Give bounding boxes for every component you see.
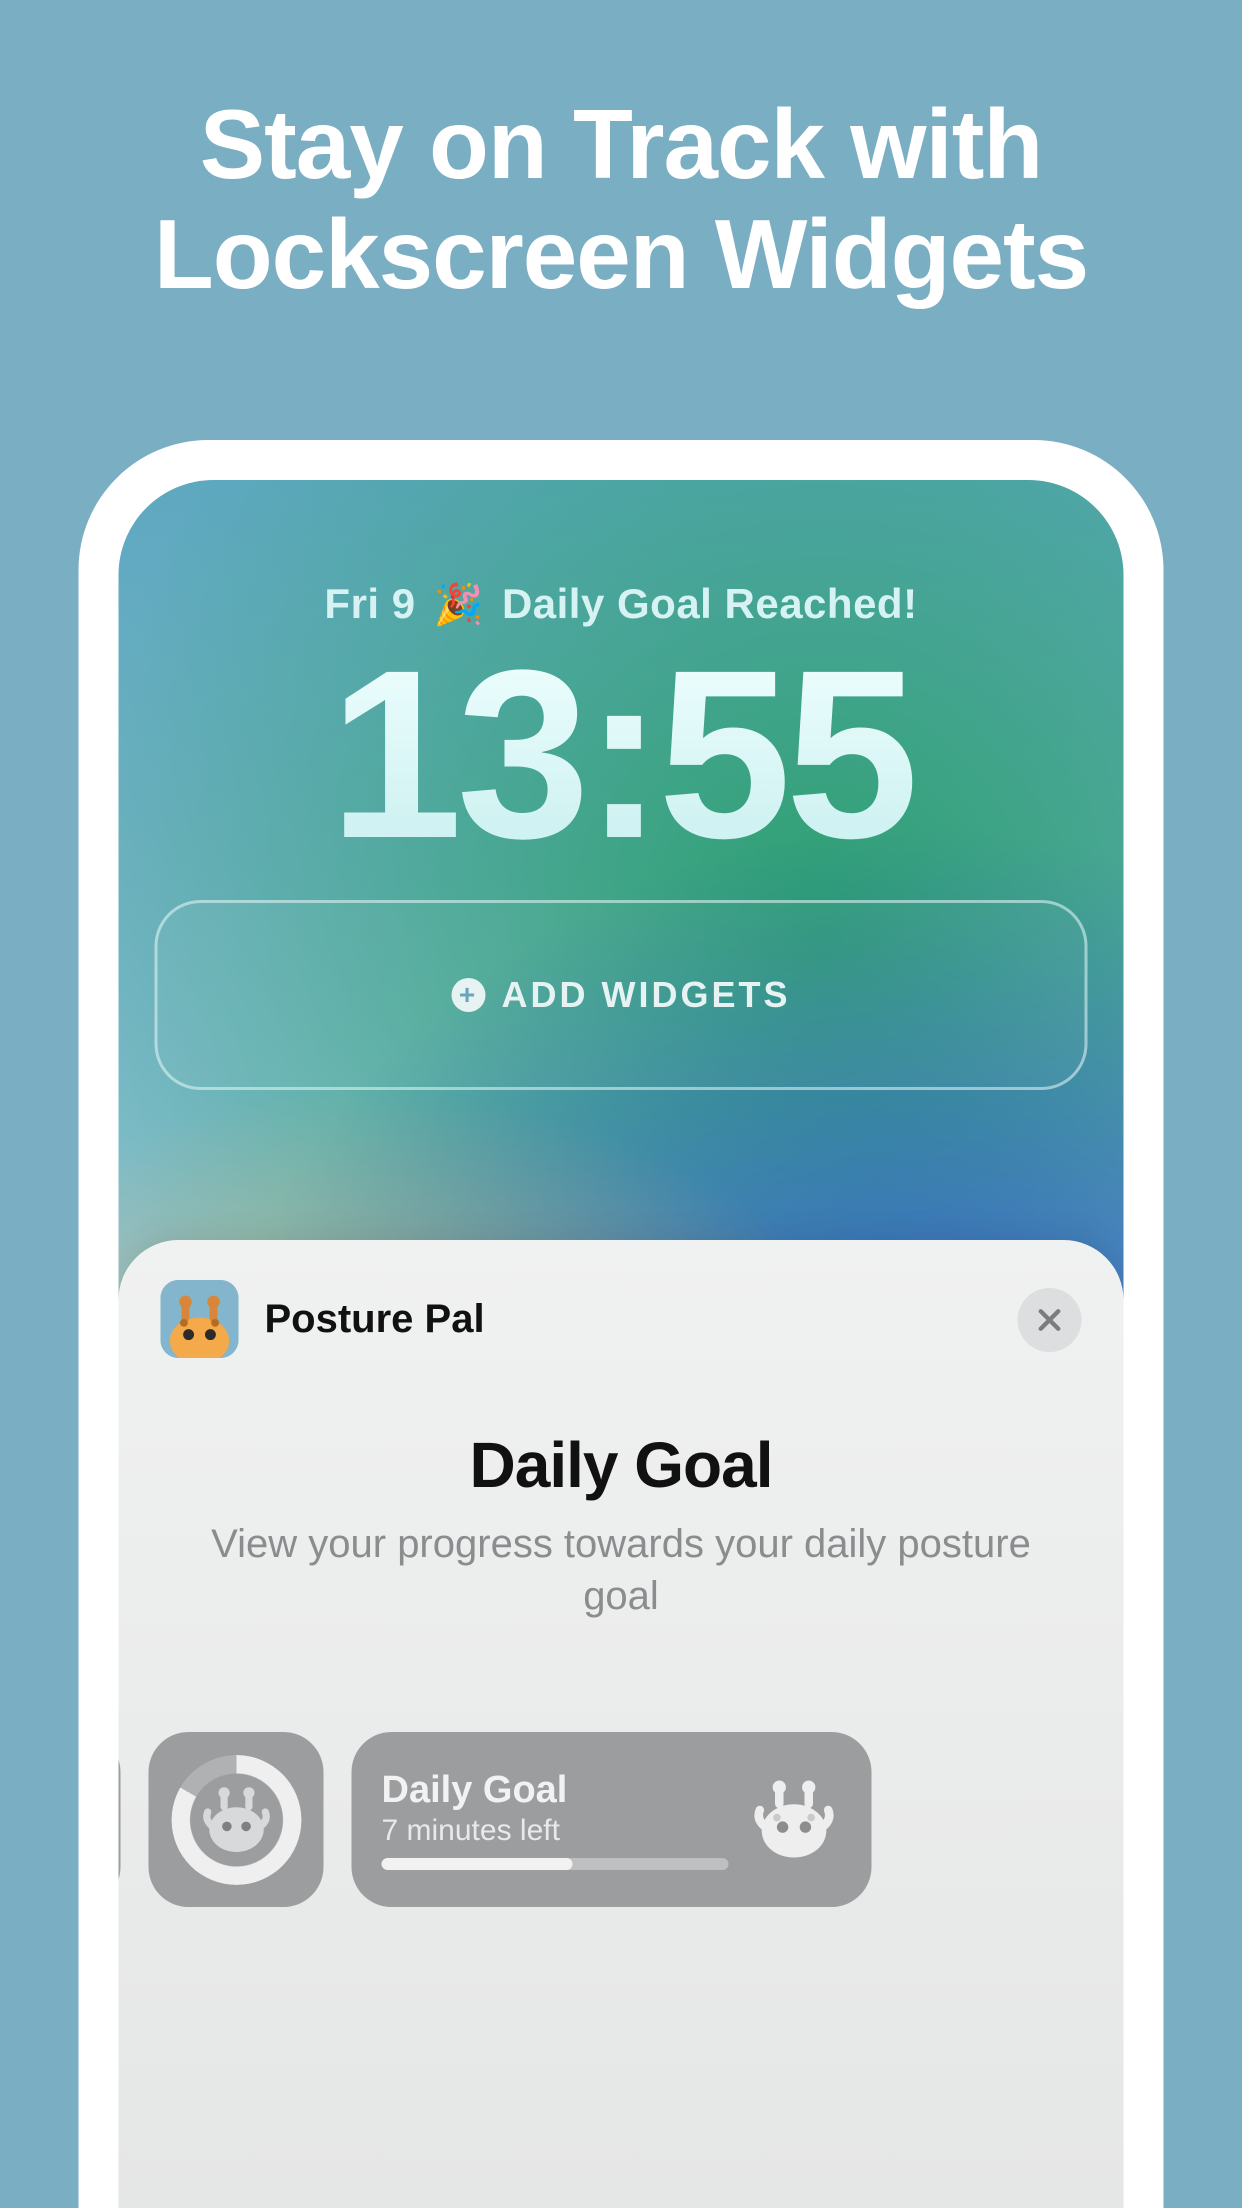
close-button[interactable] xyxy=(1018,1288,1082,1352)
widget-option-peek[interactable] xyxy=(119,1732,121,1907)
sheet-header: Posture Pal xyxy=(119,1280,1124,1358)
widget-progress-bar xyxy=(382,1858,729,1870)
phone-frame: Fri 9 🎉 Daily Goal Reached! 13:55 + ADD … xyxy=(79,440,1164,2208)
widget-options-row: Daily Goal 7 minutes left xyxy=(119,1732,1124,1907)
lockscreen-time: 13:55 xyxy=(119,634,1124,874)
widget-wide-title: Daily Goal xyxy=(382,1769,729,1812)
widget-title: Daily Goal xyxy=(179,1428,1064,1502)
widget-option-small[interactable] xyxy=(149,1732,324,1907)
widget-progress-fill xyxy=(382,1858,573,1870)
widget-description: View your progress towards your daily po… xyxy=(179,1518,1064,1622)
close-icon xyxy=(1035,1305,1065,1335)
add-widgets-label: ADD WIDGETS xyxy=(502,974,791,1016)
widget-wide-subtitle: 7 minutes left xyxy=(382,1814,729,1848)
sheet-body: Daily Goal View your progress towards yo… xyxy=(119,1358,1124,1622)
widget-picker-sheet: Posture Pal Daily Goal View your progres… xyxy=(119,1240,1124,2208)
add-widgets-button[interactable]: + ADD WIDGETS xyxy=(155,900,1088,1090)
giraffe-icon xyxy=(747,1772,842,1867)
app-name: Posture Pal xyxy=(265,1297,485,1342)
widget-option-wide[interactable]: Daily Goal 7 minutes left xyxy=(352,1732,872,1907)
page-title: Stay on Track with Lockscreen Widgets xyxy=(0,0,1242,310)
lockscreen: Fri 9 🎉 Daily Goal Reached! 13:55 + ADD … xyxy=(119,480,1124,2208)
lockscreen-top: Fri 9 🎉 Daily Goal Reached! 13:55 xyxy=(119,480,1124,874)
app-icon xyxy=(161,1280,239,1358)
widget-wide-text: Daily Goal 7 minutes left xyxy=(382,1769,729,1870)
giraffe-icon xyxy=(196,1780,276,1860)
plus-circle-icon: + xyxy=(452,978,486,1012)
